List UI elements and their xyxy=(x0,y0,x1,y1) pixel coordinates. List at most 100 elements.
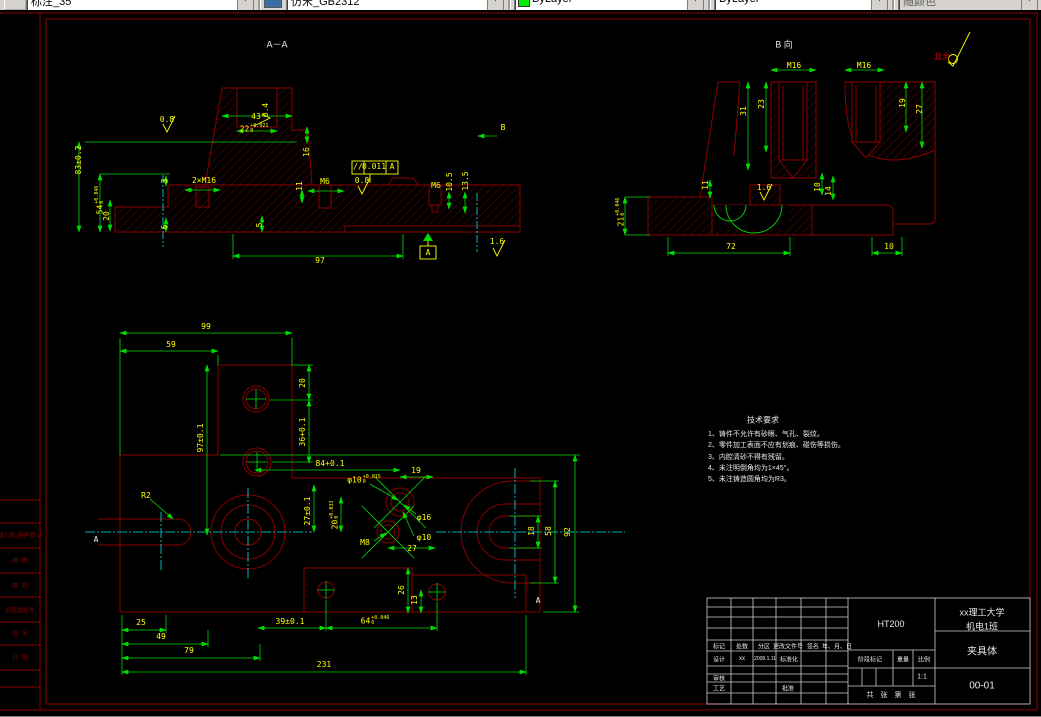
dim-label: 27 xyxy=(915,104,924,114)
process-label: 工艺 xyxy=(712,686,726,693)
dim-label: 6 xyxy=(160,224,169,230)
dim-label: 20 xyxy=(298,378,307,388)
dim-label: A xyxy=(535,596,541,605)
tech-requirement-line: 5、未注铸造圆角均为R3。 xyxy=(708,476,791,483)
dim-label: 18 xyxy=(527,526,536,536)
dim-label: 27 xyxy=(407,544,417,553)
dim-label: 11 xyxy=(701,180,710,190)
dim-label: φ16 xyxy=(416,513,432,522)
frame-strip-cell-label: 签 字 xyxy=(12,630,28,638)
dim-label: 10 xyxy=(884,242,894,251)
dim-label: 10 xyxy=(813,182,822,192)
header-zone: 分区 xyxy=(757,644,771,651)
dim-label: 26 xyxy=(397,585,406,595)
dim-label: 16 xyxy=(302,147,311,157)
dim-label: 1.6 xyxy=(489,237,505,246)
drawing-number: 00-01 xyxy=(969,680,995,692)
dim-label: M6 xyxy=(431,181,441,190)
scale-header: 比例 xyxy=(917,657,931,664)
tech-requirement-line: 3、内腔清砂不得有残留。 xyxy=(708,454,789,461)
toolbar-separator xyxy=(258,0,261,10)
dim-label: 1.6 xyxy=(756,183,772,192)
dim-label: 21+0.046 0 xyxy=(615,197,626,227)
dim-label: 27±0.1 xyxy=(303,496,312,526)
dim-label: 25 xyxy=(136,618,146,627)
toolbar-separator xyxy=(508,0,511,10)
header-docno: 更改文件号 xyxy=(772,644,804,651)
dim-label: 3 xyxy=(160,178,169,184)
dim-label: φ10 xyxy=(416,533,432,542)
toolbar-separator xyxy=(708,0,711,10)
dim-label: 39±0.1 xyxy=(275,617,305,626)
tech-requirement-line: 1、铸件不允许有砂眼、气孔、裂纹。 xyxy=(708,431,824,438)
dim-label: 64+0.046 0 xyxy=(360,615,390,626)
chevron-down-icon: ▼ xyxy=(1021,0,1037,10)
dim-label: 97 xyxy=(315,256,325,265)
tech-requirements-title: 技术要求 xyxy=(747,415,779,425)
scale-value: 1:1 xyxy=(917,673,927,681)
dim-label: 22+0.021 0 xyxy=(239,123,269,134)
school-label: xx理工大学 xyxy=(959,607,1005,618)
layer-states-icon[interactable] xyxy=(264,0,282,8)
frame-strip-cell-label: 借(通)用件登记 xyxy=(0,532,42,540)
dim-label: M16 xyxy=(856,61,872,70)
chevron-down-icon[interactable]: ▼ xyxy=(687,0,703,10)
designer-name: xx xyxy=(739,656,745,662)
dim-label: M8 xyxy=(360,538,370,547)
tech-requirement-line: 4、未注明倒角均为1×45°。 xyxy=(708,465,794,472)
dim-label: 84+0.1 xyxy=(315,459,345,468)
dim-label: 58 xyxy=(544,526,553,536)
dim-label: 2×M16 xyxy=(191,176,217,185)
drawing-canvas[interactable] xyxy=(0,10,1041,717)
cad-application-window: 标注_35▼ 仿宋_GB2312▼ ByLayer▼ ByLayer▼ 随颜色▼ xyxy=(0,0,1041,717)
frame-strip-cell-label: 描 校 xyxy=(12,582,28,590)
plan-view xyxy=(85,330,625,675)
chevron-down-icon[interactable]: ▼ xyxy=(237,0,253,10)
chevron-down-icon[interactable]: ▼ xyxy=(871,0,887,10)
approve-label: 批准 xyxy=(781,686,795,693)
dim-label: M16 xyxy=(786,61,802,70)
standardize-label: 标准化 xyxy=(779,657,799,664)
dim-label: 59 xyxy=(166,340,176,349)
header-count: 处数 xyxy=(735,644,749,651)
view-b-title: B 向 xyxy=(775,39,793,50)
dim-label: 79 xyxy=(184,646,194,655)
remainder-note: 其余 xyxy=(934,52,950,62)
part-name: 夹具体 xyxy=(967,646,997,658)
dim-label: 49 xyxy=(156,632,166,641)
layer-manager-icon[interactable] xyxy=(4,0,26,10)
dim-label: 99 xyxy=(201,322,211,331)
dim-label: 20+0.033 0 xyxy=(329,500,340,530)
class-label: 机电1班 xyxy=(965,621,999,632)
frame-strip-cell-label: 旧底图总号 xyxy=(4,607,36,615)
chevron-down-icon[interactable]: ▼ xyxy=(487,0,503,10)
sheet-count: 共 张 第 张 xyxy=(866,692,916,699)
dim-label: 14 xyxy=(824,186,833,196)
dim-label: 23 xyxy=(757,99,766,109)
tech-requirement-line: 2、零件加工表面不应有划痕、碰伤等损伤。 xyxy=(708,442,845,449)
dim-label: 231 xyxy=(316,660,332,669)
design-date: 2008.1.11 xyxy=(754,656,776,662)
cad-drawing xyxy=(0,12,1038,711)
section-title: A－A xyxy=(266,39,288,50)
color-swatch-icon xyxy=(518,0,530,7)
review-label: 审核 xyxy=(712,676,726,683)
frame-strip-cell-label: 描 图 xyxy=(12,557,28,565)
dim-label: 72 xyxy=(726,242,736,251)
header-mark: 标记 xyxy=(712,644,726,651)
dim-label: 19 xyxy=(898,98,907,108)
dim-label: 83±0.2 xyxy=(74,145,83,175)
dim-label: 0.011 xyxy=(361,162,387,171)
dim-label: 0.4 xyxy=(261,102,270,118)
dim-label: 97±0.1 xyxy=(196,423,205,453)
design-label: 设计 xyxy=(712,657,726,664)
dim-label: 19 xyxy=(411,466,421,475)
stage-header: 阶段标记 xyxy=(857,657,883,664)
dim-label: 11 xyxy=(295,181,304,191)
weight-header: 重量 xyxy=(896,657,910,664)
header-sign: 签名 xyxy=(806,644,820,651)
dim-label: 0.8 xyxy=(354,176,370,185)
dim-label: A xyxy=(93,535,99,544)
dim-label: φ10+0.015 0 xyxy=(347,474,381,485)
dim-label: 13 xyxy=(410,595,419,605)
